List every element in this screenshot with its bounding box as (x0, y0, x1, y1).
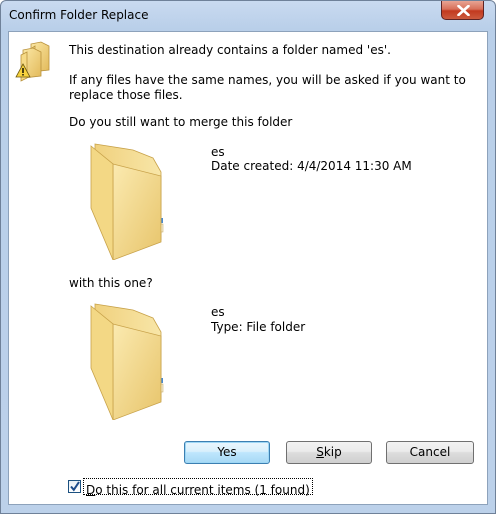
yes-button[interactable]: Yes (184, 441, 270, 464)
checkmark-icon (70, 481, 80, 492)
close-icon (457, 5, 470, 16)
apply-to-all-label: o this for all current items (1 found) (95, 483, 310, 497)
source-folder-name: es (211, 145, 225, 159)
dialog-body: This destination already contains a fold… (8, 31, 488, 505)
cancel-button[interactable]: Cancel (386, 441, 474, 464)
with-this-one-label: with this one? (69, 276, 153, 290)
apply-to-all-checkbox[interactable] (68, 480, 81, 493)
folders-warning-icon (15, 41, 50, 82)
window-title: Confirm Folder Replace (9, 8, 149, 22)
apply-to-all-accel: D (86, 483, 96, 497)
close-button[interactable] (441, 1, 484, 20)
target-folder-detail: Type: File folder (211, 320, 306, 334)
yes-button-label: Yes (217, 445, 237, 459)
target-folder-name: es (211, 305, 225, 319)
skip-button[interactable]: Skip (286, 441, 372, 464)
merge-question: Do you still want to merge this folder (69, 115, 293, 129)
cancel-button-label: Cancel (409, 445, 451, 459)
source-folder-detail: Date created: 4/4/2014 11:30 AM (211, 159, 412, 173)
target-folder-icon[interactable] (89, 302, 165, 420)
message-line-1: This destination already contains a fold… (69, 43, 391, 57)
confirm-folder-replace-window: Confirm Folder Replace This destination … (0, 0, 496, 514)
skip-button-label: kip (323, 445, 342, 459)
source-folder-icon[interactable] (89, 142, 165, 260)
title-bar[interactable]: Confirm Folder Replace (1, 1, 495, 31)
message-line-2: If any files have the same names, you wi… (69, 73, 466, 102)
apply-to-all-label-focus[interactable]: Do this for all current items (1 found) (83, 478, 313, 497)
skip-button-accel: S (316, 445, 324, 459)
